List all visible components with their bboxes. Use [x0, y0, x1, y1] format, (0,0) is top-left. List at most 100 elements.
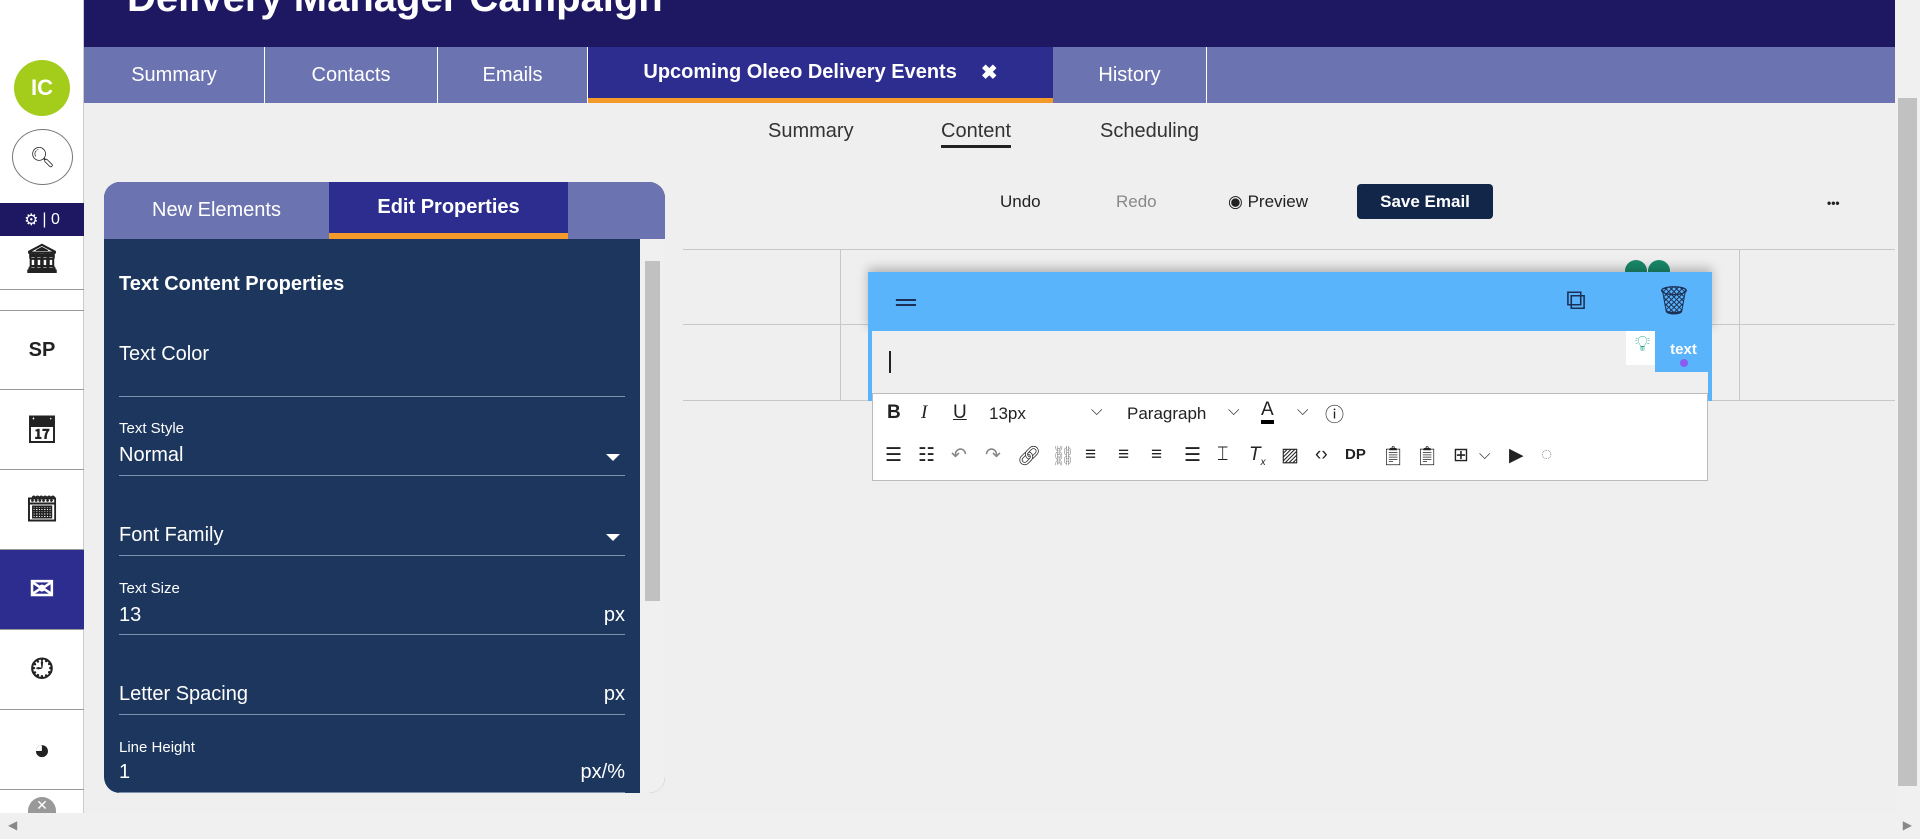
video-icon[interactable]: ▶ [1509, 444, 1524, 467]
duplicate-icon[interactable]: ⧉ [1566, 284, 1586, 317]
align-right-icon[interactable]: ≡ [1151, 444, 1162, 466]
link-icon[interactable]: 🔗︎ [1017, 444, 1041, 468]
code-icon[interactable]: ‹› [1315, 444, 1328, 466]
main-tabs: Summary Contacts Emails Upcoming Oleeo D… [84, 47, 1895, 103]
eye-icon: ◉ [1228, 192, 1243, 211]
text-color-label[interactable]: Text Color [119, 343, 209, 366]
redo-icon[interactable]: ↷ [985, 444, 1001, 467]
clock-icon: 🕘︎ [30, 653, 54, 684]
sidebar-item-email[interactable]: ✉︎ [0, 550, 84, 630]
line-height-input[interactable]: 1 [119, 761, 130, 784]
avatar[interactable]: IC [14, 60, 70, 116]
page-title: Delivery Manager Campaign [127, 0, 663, 21]
gear-icon: ⚙ [24, 211, 39, 229]
table-icon[interactable]: ⊞ [1453, 444, 1469, 467]
chevron-down-icon [606, 454, 620, 461]
help-icon[interactable]: ⓘ [1325, 400, 1344, 427]
tab-edit-properties[interactable]: Edit Properties [329, 182, 568, 239]
font-size-select[interactable]: 13px [989, 404, 1026, 424]
image-icon[interactable]: ▨ [1281, 444, 1299, 467]
tab-label: Upcoming Oleeo Delivery Events [643, 61, 957, 83]
block-toolbar: ═ ⧉ 🗑︎ [868, 272, 1712, 331]
tab-upcoming-events[interactable]: Upcoming Oleeo Delivery Events ✖ [588, 47, 1053, 103]
institution-icon: 🏛︎ [24, 243, 60, 274]
collapse-icon[interactable]: ✕ [28, 797, 56, 813]
envelope-icon: ✉︎ [29, 573, 55, 606]
preview-button[interactable]: ◉ Preview [1228, 192, 1308, 212]
chevron-down-icon[interactable]: ⌵ [1479, 446, 1490, 463]
tab-new-elements[interactable]: New Elements [104, 182, 329, 239]
letter-spacing-input[interactable]: Letter Spacing [119, 683, 248, 706]
dp-button[interactable]: DP [1345, 446, 1366, 463]
tab-contacts[interactable]: Contacts [265, 47, 438, 103]
rich-text-toolbar: B I U 13px ⌵ Paragraph ⌵ A ⌵ ⓘ ☰ ☷ ↶ ↷ 🔗… [872, 393, 1708, 481]
line-height-unit: px/% [580, 761, 625, 783]
sidebar-item-reports[interactable]: ◕ [0, 710, 84, 790]
page-horizontal-scrollbar[interactable]: ◀ ▶ [0, 813, 1920, 839]
chevron-down-icon[interactable]: ⌵ [1091, 402, 1102, 419]
undo-button[interactable]: Undo [1000, 192, 1041, 212]
more-options-button[interactable]: ••• [1827, 196, 1840, 210]
italic-icon[interactable]: I [921, 402, 927, 424]
justify-icon[interactable]: ☰ [1184, 444, 1201, 467]
calendar-icon: 🗓︎ [25, 494, 59, 524]
paste-text-icon[interactable]: 📋︎ [1381, 444, 1405, 468]
bold-icon[interactable]: B [887, 402, 901, 424]
font-family-select[interactable]: Font Family [119, 524, 223, 547]
chevron-down-icon[interactable]: ⌵ [1228, 402, 1239, 419]
preview-label: Preview [1247, 192, 1309, 211]
underline-icon[interactable]: U [953, 402, 967, 424]
subtab-scheduling[interactable]: Scheduling [1100, 120, 1199, 143]
line-height-label: Line Height [119, 739, 195, 756]
scroll-right-icon[interactable]: ▶ [1903, 818, 1912, 832]
sidebar-item-institution[interactable]: 🏛︎ [0, 236, 84, 290]
sidebar: IC 🔍︎ ⚙ | 0 🏛︎ SP 📅︎ 🗓︎ ✉︎ 🕘︎ ◕ ✕ [0, 0, 84, 813]
chevron-down-icon[interactable]: ⌵ [1297, 402, 1308, 419]
gear-count: | 0 [42, 210, 60, 228]
text-style-select[interactable]: Normal [119, 444, 183, 467]
scroll-left-icon[interactable]: ◀ [8, 818, 17, 832]
text-size-label: Text Size [119, 580, 180, 597]
sidebar-item-sp[interactable]: SP [0, 310, 84, 390]
trash-icon[interactable]: 🗑︎ [1656, 284, 1692, 317]
page-vertical-scrollbar[interactable] [1895, 0, 1920, 813]
pie-chart-icon: ◕ [33, 733, 51, 765]
sidebar-item-history[interactable]: 🕘︎ [0, 630, 84, 710]
properties-panel: New Elements Edit Properties Text Conten… [104, 182, 665, 793]
panel-scrollbar[interactable] [640, 239, 665, 793]
text-size-unit: px [603, 604, 625, 626]
tab-emails[interactable]: Emails [438, 47, 588, 103]
search-icon: 🔍︎ [29, 146, 56, 169]
numbered-list-icon[interactable]: ☷ [918, 444, 935, 467]
text-size-input[interactable]: 13 [119, 604, 141, 627]
text-color-icon[interactable]: A [1261, 400, 1274, 424]
block-type-badge: text [1655, 331, 1712, 372]
tab-summary[interactable]: Summary [84, 47, 265, 103]
redo-button[interactable]: Redo [1116, 192, 1157, 212]
undo-icon[interactable]: ↶ [951, 444, 967, 467]
chevron-down-icon [606, 534, 620, 541]
bullet-list-icon[interactable]: ☰ [885, 444, 902, 467]
tab-history[interactable]: History [1053, 47, 1207, 103]
sidebar-item-events[interactable]: 📅︎ [0, 390, 84, 470]
settings-counter[interactable]: ⚙ | 0 [0, 203, 84, 236]
subtab-content[interactable]: Content [941, 120, 1012, 148]
page-break-icon[interactable]: ⌶ [1217, 444, 1228, 466]
block-format-select[interactable]: Paragraph [1127, 404, 1206, 424]
drag-handle-icon[interactable]: ═ [896, 286, 916, 318]
align-center-icon[interactable]: ≡ [1118, 444, 1129, 466]
search-button[interactable]: 🔍︎ [12, 129, 73, 185]
clear-format-icon[interactable]: Tx [1249, 444, 1266, 468]
unlink-icon[interactable]: ⛓︎ [1051, 444, 1075, 468]
text-block-editor[interactable]: 💡︎ text [868, 331, 1712, 401]
sidebar-item-calendar[interactable]: 🗓︎ [0, 470, 84, 550]
paste-html-icon[interactable]: 📋︎ [1415, 444, 1439, 468]
letter-spacing-unit: px [603, 683, 625, 705]
text-cursor [889, 351, 891, 373]
subtab-summary[interactable]: Summary [768, 120, 854, 143]
align-left-icon[interactable]: ≡ [1085, 444, 1096, 466]
text-style-label: Text Style [119, 420, 185, 437]
close-icon[interactable]: ✖ [981, 60, 998, 85]
hide-icon[interactable]: ◌ [1541, 444, 1552, 466]
save-email-button[interactable]: Save Email [1357, 184, 1493, 219]
